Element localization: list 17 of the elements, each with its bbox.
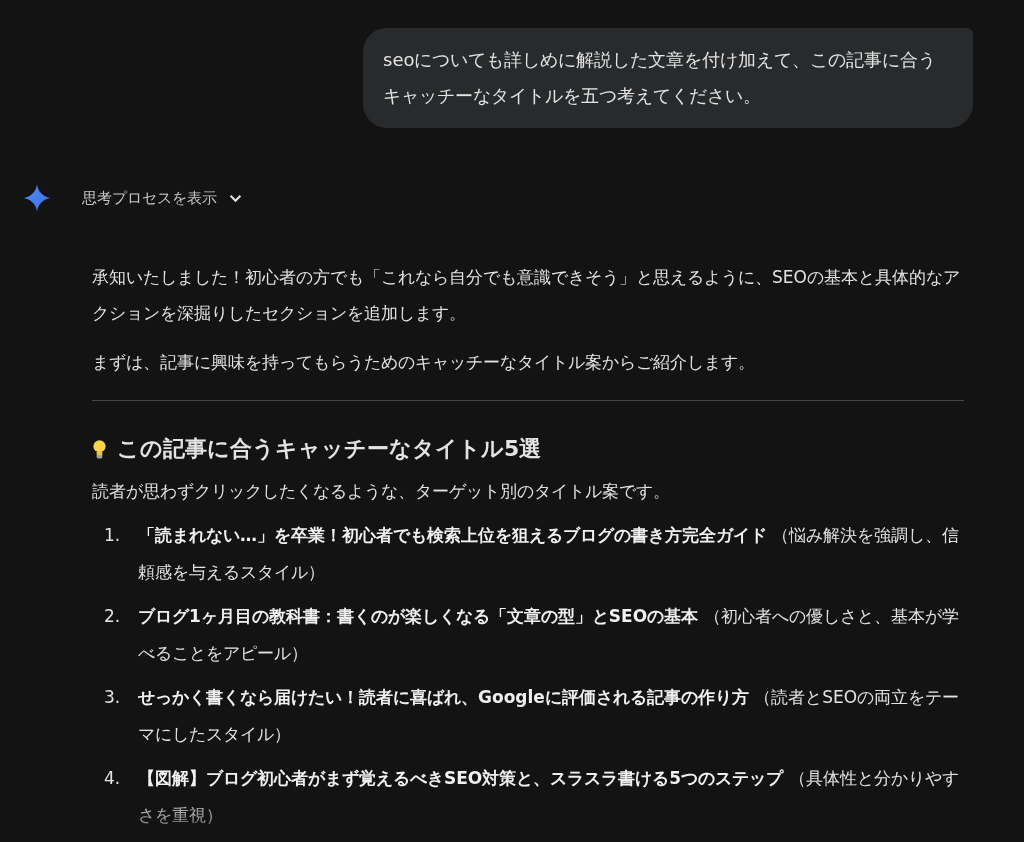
section-heading: この記事に合うキャッチーなタイトル5選 (117, 435, 542, 463)
title-suggestion: 「読まれない…」を卒業！初心者でも検索上位を狙えるブログの書き方完全ガイド （悩み解決を強調し、信頼感を与えるスタイル） (138, 524, 961, 584)
user-message: seoについても詳しめに解説した文章を付け加えて、この記事に合うキャッチーなタイトルを五つ考えてください。 (363, 28, 973, 128)
chevron-icon (229, 193, 242, 203)
section-lead: 読者が思わずクリックしたくなるような、ターゲット別のタイトル案です。 (92, 480, 671, 503)
response-paragraph: 承知いたしました！初心者の方でも「これなら自分でも意識できそう」と思えるように、SEOの基本と具体的なアクションを深掘りしたセクションを追加します。 (92, 266, 961, 325)
lightbulb-icon (92, 438, 107, 460)
title-suggestion: せっかく書くなら届けたい！読者に喜ばれ、Googleに評価される記事の作り方 （読者とSEOの両立をテーマにしたスタイル） (138, 686, 961, 746)
list-number: 4. (103, 767, 122, 790)
show-thinking-toggle[interactable]: 思考プロセスを表示 (82, 184, 242, 212)
title-suggestion: ブログ1ヶ月目の教科書：書くのが楽しくなる「文章の型」とSEOの基本 （初心者への優しさと、基本が学べることをアピール） (138, 605, 960, 665)
response-paragraph: まずは、記事に興味を持ってもらうためのキャッチーなタイトル案からご紹介します。 (92, 351, 756, 374)
title-suggestion: 【図解】ブログ初心者がまず覚えるべきSEO対策と、スラスラ書ける5つのステップ （具体性と分かりやすさを重視） (138, 767, 960, 827)
list-number: 2. (103, 605, 122, 628)
list-number: 3. (103, 686, 122, 709)
sparkle-icon (22, 183, 52, 213)
list-number: 1. (103, 524, 122, 547)
